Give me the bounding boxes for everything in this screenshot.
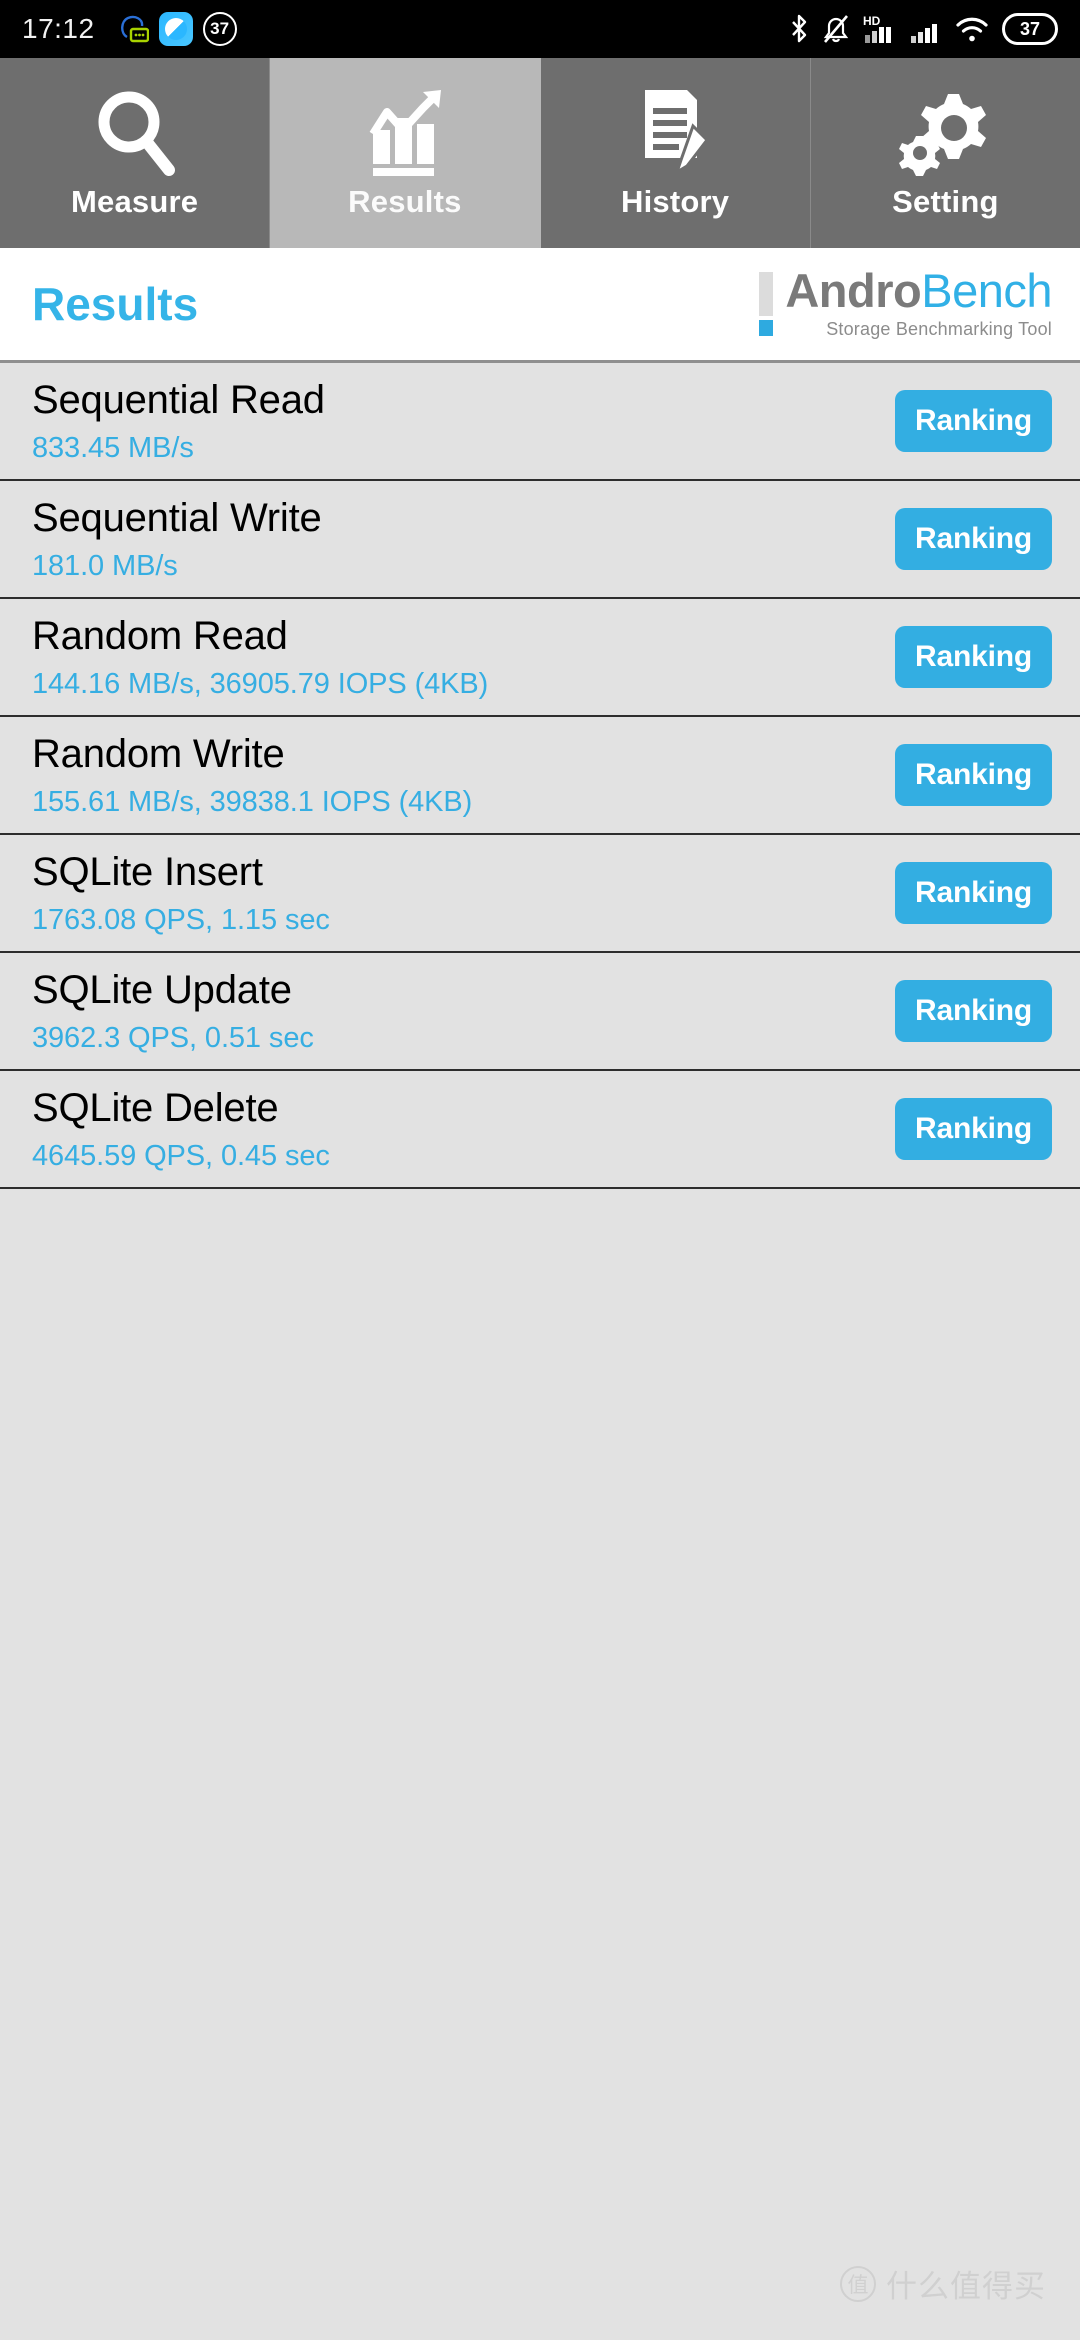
- watermark-logo-icon: 值: [840, 2265, 876, 2302]
- result-title: SQLite Update: [32, 967, 292, 1012]
- results-list: Sequential Read 833.45 MB/s Ranking Sequ…: [0, 363, 1080, 1189]
- logo-bars-icon: [759, 271, 774, 336]
- bar-chart-icon: [359, 86, 451, 178]
- row-texts: Random Read 144.16 MB/s, 36905.79 IOPS (…: [32, 614, 488, 701]
- page-header: Results AndroBench Storage Benchmarking …: [0, 248, 1080, 363]
- status-bar-left: 17:12 37: [22, 12, 789, 46]
- row-texts: Random Write 155.61 MB/s, 39838.1 IOPS (…: [32, 732, 472, 819]
- tab-results-label: Results: [348, 184, 462, 219]
- row-texts: SQLite Update 3962.3 QPS, 0.51 sec: [32, 968, 314, 1055]
- result-value: 1763.08 QPS, 1.15 sec: [32, 903, 330, 936]
- magnifier-icon: [91, 86, 179, 178]
- watermark-text: 什么值得买: [886, 2269, 1046, 2304]
- main-tab-bar: Measure Results History Setting: [0, 58, 1080, 248]
- logo-subtitle: Storage Benchmarking Tool: [826, 318, 1052, 339]
- androbench-logo: AndroBench Storage Benchmarking Tool: [759, 267, 1052, 339]
- row-texts: Sequential Write 181.0 MB/s: [32, 496, 322, 583]
- app-root: 17:12 37 HD 37 Measure Results History S…: [0, 0, 1080, 2340]
- tab-setting-label: Setting: [892, 184, 999, 219]
- signal-bars-icon: [910, 13, 942, 45]
- row-texts: SQLite Delete 4645.59 QPS, 0.45 sec: [32, 1086, 330, 1173]
- tab-results[interactable]: Results: [270, 58, 541, 248]
- bluetooth-icon: [789, 13, 809, 45]
- wifi-icon: [955, 13, 989, 45]
- table-row[interactable]: SQLite Delete 4645.59 QPS, 0.45 sec Rank…: [0, 1071, 1080, 1189]
- result-title: Sequential Write: [32, 495, 322, 540]
- table-row[interactable]: SQLite Update 3962.3 QPS, 0.51 sec Ranki…: [0, 953, 1080, 1071]
- result-value: 3962.3 QPS, 0.51 sec: [32, 1021, 314, 1054]
- browser-app-icon: [158, 12, 193, 46]
- result-title: Sequential Read: [32, 377, 325, 422]
- battery-icon: 37: [1002, 13, 1058, 45]
- table-row[interactable]: SQLite Insert 1763.08 QPS, 1.15 sec Rank…: [0, 835, 1080, 953]
- row-texts: SQLite Insert 1763.08 QPS, 1.15 sec: [32, 850, 330, 937]
- ranking-button[interactable]: Ranking: [895, 1098, 1052, 1160]
- tab-setting[interactable]: Setting: [810, 58, 1080, 248]
- watermark: 值 什么值得买: [840, 2261, 1046, 2306]
- logo-text: AndroBench Storage Benchmarking Tool: [785, 267, 1052, 339]
- ranking-button[interactable]: Ranking: [895, 626, 1052, 688]
- status-bar-right: HD 37: [789, 13, 1058, 45]
- ranking-button[interactable]: Ranking: [895, 508, 1052, 570]
- gears-icon: [899, 86, 991, 178]
- result-value: 4645.59 QPS, 0.45 sec: [32, 1139, 330, 1172]
- page-title: Results: [32, 278, 199, 330]
- status-bar: 17:12 37 HD 37: [0, 0, 1080, 58]
- table-row[interactable]: Random Write 155.61 MB/s, 39838.1 IOPS (…: [0, 717, 1080, 835]
- result-title: Random Read: [32, 613, 288, 658]
- tab-measure-label: Measure: [71, 184, 199, 219]
- result-value: 155.61 MB/s, 39838.1 IOPS (4KB): [32, 785, 473, 818]
- logo-andro: Andro: [785, 264, 922, 318]
- logo-wordmark: AndroBench: [785, 267, 1052, 314]
- result-title: SQLite Insert: [32, 849, 263, 894]
- tab-history[interactable]: History: [540, 58, 811, 248]
- ranking-button[interactable]: Ranking: [895, 862, 1052, 924]
- mute-icon: [822, 13, 850, 45]
- hd-signal-icon: HD: [863, 13, 897, 45]
- document-pen-icon: [633, 86, 717, 178]
- ranking-button[interactable]: Ranking: [895, 744, 1052, 806]
- row-texts: Sequential Read 833.45 MB/s: [32, 378, 325, 465]
- tab-measure[interactable]: Measure: [0, 58, 271, 248]
- ranking-button[interactable]: Ranking: [895, 390, 1052, 452]
- table-row[interactable]: Sequential Read 833.45 MB/s Ranking: [0, 363, 1080, 481]
- result-value: 181.0 MB/s: [32, 549, 178, 582]
- result-value: 144.16 MB/s, 36905.79 IOPS (4KB): [32, 667, 489, 700]
- result-title: Random Write: [32, 731, 285, 776]
- count-badge-icon: 37: [202, 12, 237, 46]
- svg-text:HD: HD: [863, 14, 881, 28]
- result-title: SQLite Delete: [32, 1085, 279, 1130]
- table-row[interactable]: Sequential Write 181.0 MB/s Ranking: [0, 481, 1080, 599]
- empty-area: 值 什么值得买: [0, 1189, 1080, 2340]
- ranking-button[interactable]: Ranking: [895, 980, 1052, 1042]
- status-bar-clock: 17:12: [22, 13, 95, 44]
- table-row[interactable]: Random Read 144.16 MB/s, 36905.79 IOPS (…: [0, 599, 1080, 717]
- tab-history-label: History: [621, 184, 730, 219]
- result-value: 833.45 MB/s: [32, 431, 194, 464]
- logo-bench: Bench: [921, 264, 1052, 318]
- sms-notification-icon: [119, 13, 149, 45]
